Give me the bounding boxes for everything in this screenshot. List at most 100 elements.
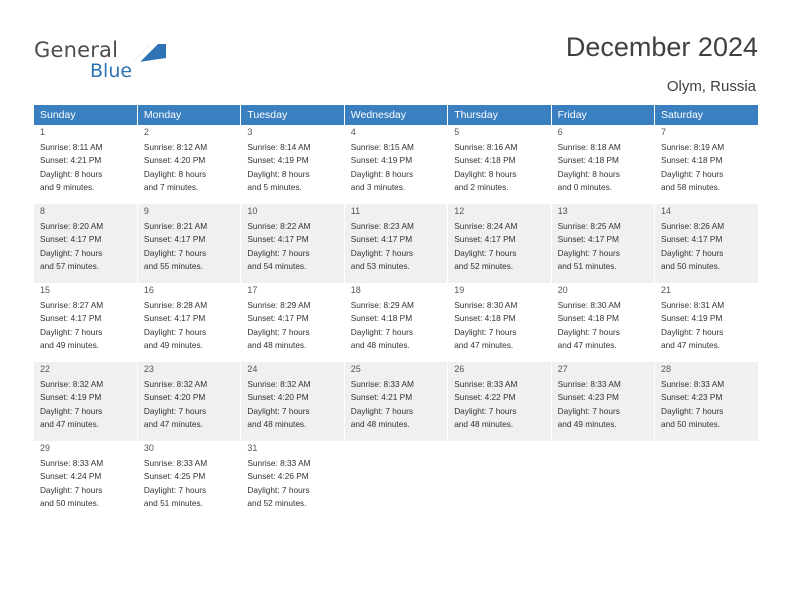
sunset-text: Sunset: 4:17 PM (557, 234, 619, 245)
location-label: Olym, Russia (666, 78, 756, 95)
day-cell[interactable]: 30 Sunrise: 8:33 AM Sunset: 4:25 PM Dayligh… (137, 441, 242, 520)
daylight-text-line2: and 48 minutes. (350, 419, 410, 430)
daylight-text-line1: Daylight: 7 hours (454, 326, 517, 337)
daylight-text-line2: and 58 minutes. (661, 182, 721, 193)
sunrise-text: Sunrise: 8:33 AM (143, 457, 208, 468)
daylight-text-line1: Daylight: 7 hours (350, 247, 414, 258)
sunrise-text: Sunrise: 8:33 AM (350, 378, 414, 389)
calendar-page: General Blue December 2024 Olym, Russia … (0, 0, 792, 612)
sunset-text: Sunset: 4:18 PM (557, 313, 619, 324)
day-cell[interactable]: 9 Sunrise: 8:21 AM Sunset: 4:17 PM Daylight… (137, 204, 242, 283)
daylight-text-line2: and 48 minutes. (454, 419, 514, 430)
daylight-text-line2: and 47 minutes. (40, 419, 100, 430)
daylight-text-line1: Daylight: 7 hours (557, 326, 620, 337)
sunset-text: Sunset: 4:23 PM (557, 392, 619, 403)
brand-logo[interactable]: General Blue (34, 38, 174, 82)
day-cell[interactable]: 16 Sunrise: 8:28 AM Sunset: 4:17 PM Dayligh… (137, 283, 242, 362)
day-cell[interactable]: 28 Sunrise: 8:33 AM Sunset: 4:23 PM Dayligh… (654, 362, 758, 441)
daylight-text-line1: Daylight: 7 hours (557, 405, 620, 416)
day-number: 2 (143, 127, 149, 137)
sunrise-text: Sunrise: 8:33 AM (40, 457, 104, 468)
day-cell[interactable]: 11 Sunrise: 8:23 AM Sunset: 4:17 PM Dayligh… (344, 204, 449, 283)
day-cell[interactable]: 4 Sunrise: 8:15 AM Sunset: 4:19 PM Daylight… (344, 125, 449, 204)
daylight-text-line2: and 48 minutes. (350, 340, 410, 351)
daylight-text-line2: and 55 minutes. (143, 261, 203, 272)
day-cell[interactable]: 15 Sunrise: 8:27 AM Sunset: 4:17 PM Dayligh… (34, 283, 138, 362)
day-cell[interactable]: 17 Sunrise: 8:29 AM Sunset: 4:17 PM Dayligh… (240, 283, 345, 362)
day-cell[interactable]: 12 Sunrise: 8:24 AM Sunset: 4:17 PM Dayligh… (447, 204, 552, 283)
day-number: 29 (40, 443, 51, 453)
sunset-text: Sunset: 4:17 PM (143, 313, 206, 324)
sunset-text: Sunset: 4:20 PM (247, 392, 309, 403)
day-cell[interactable]: 7 Sunrise: 8:19 AM Sunset: 4:18 PM Daylight… (654, 125, 758, 204)
day-cell[interactable]: 19 Sunrise: 8:30 AM Sunset: 4:18 PM Dayligh… (447, 283, 552, 362)
day-cell[interactable]: 18 Sunrise: 8:29 AM Sunset: 4:18 PM Dayligh… (344, 283, 449, 362)
day-cell[interactable]: 23 Sunrise: 8:32 AM Sunset: 4:20 PM Dayligh… (137, 362, 242, 441)
day-number: 10 (247, 206, 258, 216)
daylight-text-line2: and 47 minutes. (143, 419, 203, 430)
day-cell[interactable]: 1 Sunrise: 8:11 AM Sunset: 4:21 PM Daylight… (34, 125, 138, 204)
day-cell[interactable]: 26 Sunrise: 8:33 AM Sunset: 4:22 PM Dayligh… (447, 362, 552, 441)
day-cell[interactable]: 5 Sunrise: 8:16 AM Sunset: 4:18 PM Daylight… (447, 125, 552, 204)
day-cell[interactable]: 25 Sunrise: 8:33 AM Sunset: 4:21 PM Dayligh… (344, 362, 449, 441)
weekday-header-friday: Friday (551, 105, 656, 125)
sunrise-text: Sunrise: 8:23 AM (350, 220, 414, 231)
day-number: 1 (40, 127, 46, 137)
page-title: December 2024 (565, 32, 758, 62)
sunrise-text: Sunrise: 8:32 AM (143, 378, 208, 389)
daylight-text-line1: Daylight: 7 hours (350, 326, 414, 337)
daylight-text-line1: Daylight: 7 hours (350, 405, 414, 416)
sunset-text: Sunset: 4:19 PM (40, 392, 102, 403)
daylight-text-line2: and 9 minutes. (40, 182, 95, 193)
sunrise-text: Sunrise: 8:29 AM (350, 299, 414, 310)
day-number: 4 (350, 127, 356, 137)
day-number: 8 (40, 206, 46, 216)
daylight-text-line2: and 49 minutes. (143, 340, 203, 351)
daylight-text-line1: Daylight: 7 hours (557, 247, 620, 258)
day-number: 25 (350, 364, 361, 374)
sunset-text: Sunset: 4:17 PM (350, 234, 413, 245)
day-cell[interactable]: 13 Sunrise: 8:25 AM Sunset: 4:17 PM Dayligh… (551, 204, 656, 283)
weekday-header-monday: Monday (137, 105, 242, 125)
daylight-text-line2: and 49 minutes. (557, 419, 617, 430)
day-cell[interactable]: 21 Sunrise: 8:31 AM Sunset: 4:19 PM Dayligh… (654, 283, 758, 362)
day-cell[interactable]: 24 Sunrise: 8:32 AM Sunset: 4:20 PM Dayligh… (240, 362, 345, 441)
daylight-text-line1: Daylight: 7 hours (454, 247, 517, 258)
day-cell-empty (654, 441, 758, 520)
day-cell[interactable]: 14 Sunrise: 8:26 AM Sunset: 4:17 PM Dayligh… (654, 204, 758, 283)
day-cell[interactable]: 31 Sunrise: 8:33 AM Sunset: 4:26 PM Dayligh… (240, 441, 345, 520)
day-cell[interactable]: 6 Sunrise: 8:18 AM Sunset: 4:18 PM Daylight… (551, 125, 656, 204)
sunrise-text: Sunrise: 8:32 AM (40, 378, 104, 389)
day-cell[interactable]: 3 Sunrise: 8:14 AM Sunset: 4:19 PM Daylight… (240, 125, 345, 204)
daylight-text-line1: Daylight: 7 hours (661, 247, 724, 258)
sunrise-text: Sunrise: 8:24 AM (454, 220, 518, 231)
sunrise-text: Sunrise: 8:33 AM (247, 457, 311, 468)
day-cell[interactable]: 22 Sunrise: 8:32 AM Sunset: 4:19 PM Dayligh… (34, 362, 138, 441)
day-cell[interactable]: 2 Sunrise: 8:12 AM Sunset: 4:20 PM Daylight… (137, 125, 242, 204)
day-cell[interactable]: 8 Sunrise: 8:20 AM Sunset: 4:17 PM Daylight… (34, 204, 138, 283)
day-cell[interactable]: 29 Sunrise: 8:33 AM Sunset: 4:24 PM Dayligh… (34, 441, 138, 520)
brand-name-top: General (34, 38, 119, 62)
sunrise-text: Sunrise: 8:21 AM (143, 220, 208, 231)
calendar-week-row: 29 Sunrise: 8:33 AM Sunset: 4:24 PM Dayligh… (34, 441, 758, 520)
daylight-text-line1: Daylight: 7 hours (143, 326, 207, 337)
daylight-text-line1: Daylight: 7 hours (143, 484, 207, 495)
sunset-text: Sunset: 4:20 PM (143, 392, 206, 403)
daylight-text-line1: Daylight: 7 hours (40, 405, 103, 416)
day-number: 7 (661, 127, 667, 137)
day-cell[interactable]: 20 Sunrise: 8:30 AM Sunset: 4:18 PM Dayligh… (551, 283, 656, 362)
daylight-text-line2: and 48 minutes. (247, 340, 307, 351)
sunset-text: Sunset: 4:17 PM (454, 234, 516, 245)
sunset-text: Sunset: 4:19 PM (350, 155, 413, 166)
sunset-text: Sunset: 4:20 PM (143, 155, 206, 166)
day-number: 21 (661, 285, 672, 295)
day-cell[interactable]: 27 Sunrise: 8:33 AM Sunset: 4:23 PM Dayligh… (551, 362, 656, 441)
day-cell-empty (447, 441, 552, 520)
daylight-text-line1: Daylight: 8 hours (247, 168, 310, 179)
calendar-week-row: 22 Sunrise: 8:32 AM Sunset: 4:19 PM Dayligh… (34, 362, 758, 441)
sunset-text: Sunset: 4:17 PM (247, 234, 309, 245)
day-number: 20 (557, 285, 568, 295)
day-cell[interactable]: 10 Sunrise: 8:22 AM Sunset: 4:17 PM Dayligh… (240, 204, 345, 283)
day-number: 24 (247, 364, 258, 374)
sunrise-text: Sunrise: 8:14 AM (247, 141, 311, 152)
